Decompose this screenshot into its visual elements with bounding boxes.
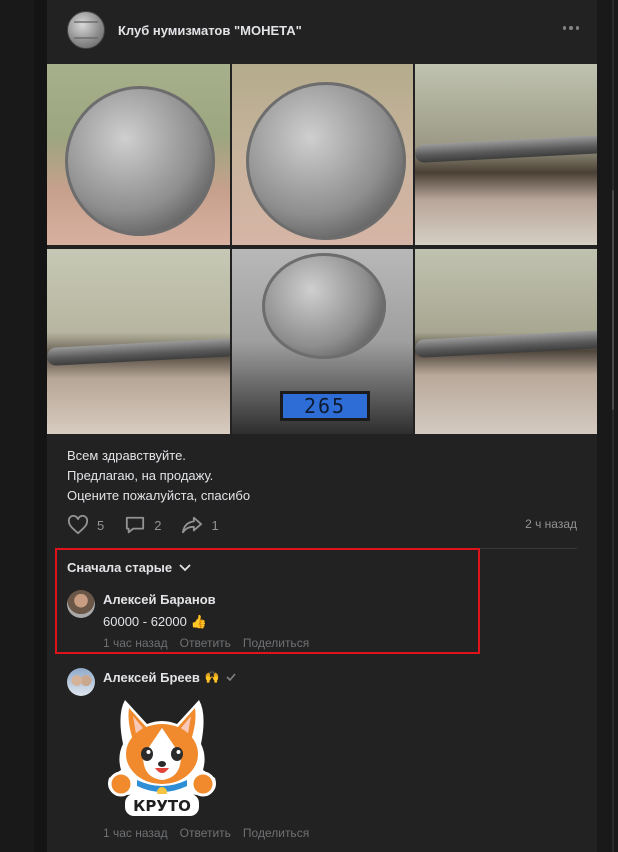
comment-author-row: Алексей Бреев 🙌: [103, 668, 543, 686]
photo-scale[interactable]: 265: [232, 249, 413, 434]
post-card: Клуб нумизматов "МОНЕТА" 265 Всем здравс…: [47, 0, 597, 852]
avatar[interactable]: [67, 668, 95, 696]
post-timestamp[interactable]: 2 ч назад: [525, 517, 577, 531]
check-icon: [226, 673, 236, 681]
comment-time[interactable]: 1 час назад: [103, 826, 168, 840]
post-header: Клуб нумизматов "МОНЕТА": [67, 10, 302, 50]
photo-obverse[interactable]: [47, 64, 230, 245]
photo-grid: 265: [47, 64, 597, 434]
left-sidebar: [0, 0, 34, 852]
scale-display: 265: [280, 391, 370, 421]
scrollbar-track[interactable]: [612, 0, 614, 852]
highlight-box: [55, 548, 480, 654]
photo-edge-3[interactable]: [415, 249, 597, 434]
photo-reverse[interactable]: [232, 64, 413, 245]
heart-icon: [67, 515, 89, 535]
share-button[interactable]: 1: [181, 515, 219, 535]
comment-author[interactable]: Алексей Бреев: [103, 670, 200, 685]
group-avatar[interactable]: [67, 11, 105, 49]
photo-edge-1[interactable]: [415, 64, 597, 245]
like-button[interactable]: 5: [67, 515, 104, 535]
post-text: Всем здравствуйте. Предлагаю, на продажу…: [67, 446, 250, 506]
photo-edge-2[interactable]: [47, 249, 230, 434]
scrollbar-thumb[interactable]: [612, 190, 614, 410]
share-icon: [182, 516, 203, 534]
post-line: Всем здравствуйте.: [67, 448, 186, 463]
comment-count: 2: [154, 517, 162, 533]
post-line: Предлагаю, на продажу.: [67, 468, 214, 483]
like-count: 5: [97, 517, 105, 533]
post-line: Оцените пожалуйста, спасибо: [67, 488, 251, 503]
more-options-icon[interactable]: [559, 18, 583, 38]
sticker-label: КРУТО: [133, 797, 191, 815]
share-count: 1: [211, 517, 219, 533]
comment-button[interactable]: 2: [124, 515, 161, 535]
group-name[interactable]: Клуб нумизматов "МОНЕТА": [118, 23, 302, 38]
reply-button[interactable]: Ответить: [180, 826, 231, 840]
comment-icon: [126, 516, 145, 534]
comment-meta: 1 час назад Ответить Поделиться: [103, 826, 321, 840]
author-badge: 🙌: [204, 670, 220, 684]
right-gutter: [597, 0, 618, 852]
corgi-sticker[interactable]: КРУТО: [103, 694, 221, 818]
share-comment-button[interactable]: Поделиться: [243, 826, 309, 840]
post-actions: 5 2 1 2 ч назад: [67, 514, 577, 536]
